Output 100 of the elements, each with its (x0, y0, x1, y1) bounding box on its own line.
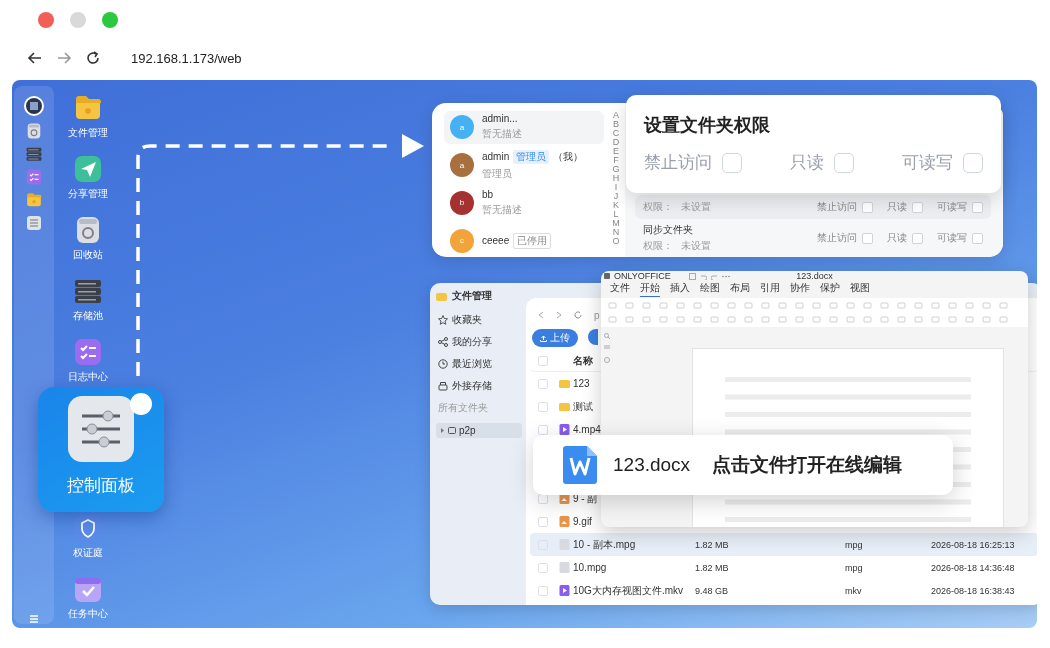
checklist-icon[interactable] (74, 338, 102, 366)
checkbox[interactable] (538, 424, 548, 435)
unknown-file-icon (559, 539, 570, 550)
index-letter[interactable]: O (612, 237, 620, 246)
menu-tab[interactable]: 引用 (760, 280, 780, 297)
index-letter[interactable]: C (612, 129, 620, 138)
app-label: 分享管理 (68, 187, 108, 201)
checkbox[interactable] (862, 232, 873, 244)
menu-icon[interactable] (29, 614, 39, 624)
index-letter[interactable]: B (613, 120, 619, 129)
minimize-button[interactable] (70, 12, 86, 28)
menu-tab[interactable]: 插入 (670, 280, 690, 297)
file-name: 测试 (573, 399, 593, 414)
toast-message: 点击文件打开在线编辑 (712, 453, 903, 477)
checklist-icon[interactable] (26, 169, 42, 185)
list-icon[interactable] (26, 215, 42, 231)
index-letter[interactable]: J (613, 192, 619, 201)
forward-icon[interactable] (56, 50, 72, 66)
sidebar-item[interactable]: 我的分享 (436, 335, 522, 349)
redo-icon[interactable] (710, 272, 718, 280)
avatar: b (450, 190, 474, 215)
file-name: 123 (573, 378, 590, 389)
app-label: 权证庭 (73, 546, 103, 560)
menu-tab[interactable]: 布局 (730, 280, 750, 297)
trash-icon[interactable] (74, 216, 102, 244)
checkbox[interactable] (538, 401, 548, 412)
folder-icon (436, 290, 447, 302)
checkbox[interactable] (538, 378, 548, 389)
path-text: p (594, 309, 600, 321)
sidebar-item[interactable]: 最近浏览 (436, 357, 522, 371)
checkbox[interactable] (862, 201, 873, 213)
checkbox[interactable] (722, 152, 742, 173)
server-icon[interactable] (26, 146, 42, 162)
caret-icon[interactable] (440, 428, 445, 433)
sidebar-item[interactable]: 外接存储 (436, 379, 522, 393)
index-letter[interactable]: K (613, 201, 619, 210)
dialog-title: 设置文件夹权限 (644, 114, 771, 137)
index-letter[interactable]: F (613, 156, 619, 165)
menu-tab[interactable]: 文件 (610, 280, 630, 297)
user-row[interactable]: a admin... 暂无描述 (444, 111, 604, 144)
undo-icon[interactable] (699, 272, 707, 280)
app-label: 控制面板 (67, 475, 135, 497)
index-letter[interactable]: H (612, 174, 620, 183)
url-field[interactable]: 192.168.1.173/web (131, 50, 242, 66)
index-letter[interactable]: G (612, 165, 620, 174)
info-icon[interactable] (604, 357, 610, 363)
permission-label: 权限： (643, 200, 673, 214)
index-letter[interactable]: E (613, 147, 619, 156)
app-label: 回收站 (73, 248, 103, 262)
checkbox[interactable] (963, 152, 983, 173)
menu-tab[interactable]: 视图 (850, 280, 870, 297)
upload-button[interactable]: 上传 (532, 329, 578, 347)
server-icon[interactable] (74, 277, 102, 305)
zoom-button[interactable] (102, 12, 118, 28)
paper-plane-icon[interactable] (74, 155, 102, 183)
index-letter[interactable]: N (612, 228, 620, 237)
index-letter[interactable]: A (613, 111, 619, 120)
checkbox[interactable] (912, 201, 923, 213)
menu-tab[interactable]: 保护 (820, 280, 840, 297)
close-button[interactable] (38, 12, 54, 28)
image-file-icon (559, 516, 570, 527)
avatar-icon[interactable] (24, 96, 44, 116)
clock-icon (438, 359, 448, 369)
trash-icon[interactable] (26, 123, 42, 139)
comment-icon[interactable] (604, 345, 610, 351)
folder-icon (448, 427, 456, 434)
back-icon[interactable] (27, 50, 43, 66)
checkbox[interactable] (538, 562, 548, 573)
folder-icon[interactable] (74, 94, 102, 122)
folder-icon[interactable] (26, 192, 42, 208)
save-icon[interactable] (688, 272, 696, 280)
menu-tab[interactable]: 绘图 (700, 280, 720, 297)
checkbox[interactable] (972, 232, 983, 244)
menu-tab[interactable]: 协作 (790, 280, 810, 297)
index-letter[interactable]: M (612, 219, 620, 228)
checkbox[interactable] (538, 356, 548, 366)
search-icon[interactable] (604, 333, 610, 339)
unknown-file-icon (559, 562, 570, 573)
tree-item[interactable]: p2p (436, 423, 522, 438)
index-letter[interactable]: D (612, 138, 620, 147)
selected-row[interactable]: 10 - 副本.mpg 1.82 MB mpg 2026-08-18 16:25:13 (530, 533, 1037, 556)
checkbox[interactable] (912, 232, 923, 244)
checkbox[interactable] (538, 516, 548, 527)
sidebar-item[interactable]: 收藏夹 (436, 313, 522, 327)
file-type: mpg (845, 539, 863, 550)
forward-icon[interactable] (556, 311, 562, 319)
index-letter[interactable]: L (613, 210, 619, 219)
file-name: 10 - 副本.mpg (573, 537, 636, 552)
menu-tab[interactable]: 开始 (640, 280, 660, 297)
user-row[interactable]: a admin 管理员 （我） 管理员 (444, 148, 604, 182)
calendar-icon[interactable] (74, 575, 102, 603)
user-row[interactable]: b bb 暂无描述 (444, 186, 604, 220)
app-logo-icon (604, 273, 610, 279)
reload-icon[interactable] (85, 50, 101, 66)
user-row[interactable]: c ceeee 已停用 (444, 224, 604, 257)
action-button[interactable] (588, 329, 598, 345)
checkbox[interactable] (538, 585, 548, 596)
checkbox[interactable] (834, 152, 854, 173)
more-icon[interactable] (721, 274, 730, 278)
checkbox[interactable] (972, 201, 983, 213)
